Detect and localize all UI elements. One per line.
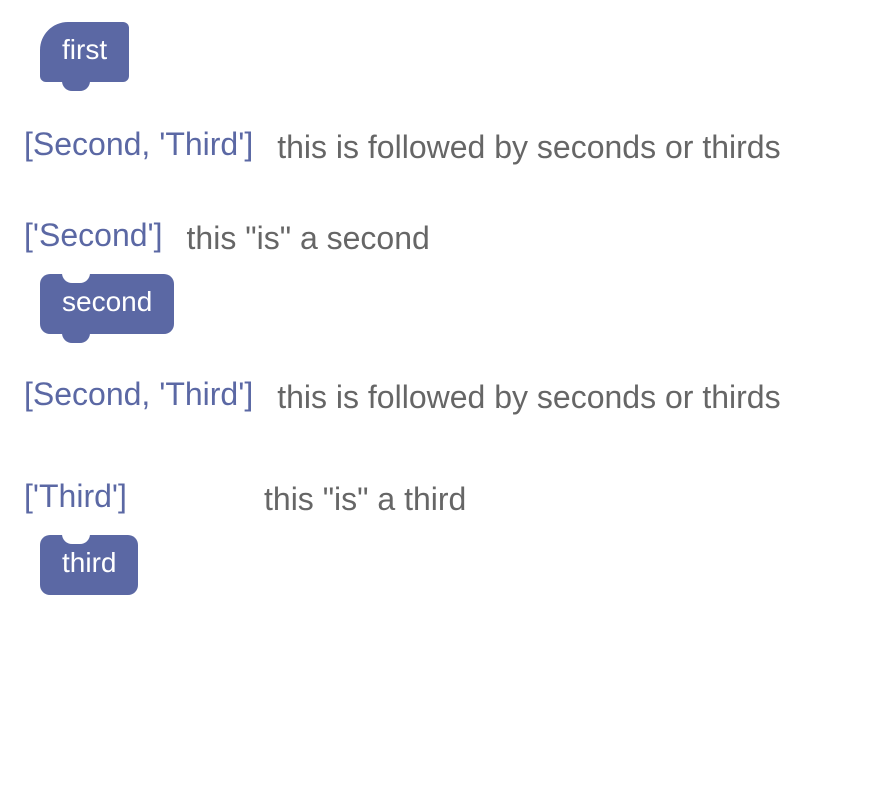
category-list-a: [Second, 'Third'] [24, 126, 253, 163]
row-second-only: ['Second'] this "is" a second [24, 217, 876, 260]
block-first-label: first [62, 34, 107, 65]
workspace: first [Second, 'Third'] this is followed… [0, 22, 876, 791]
row-third-only: ['Third'] this "is" a third [24, 478, 876, 521]
desc-d: this "is" a third [264, 478, 466, 521]
category-list-c: [Second, 'Third'] [24, 376, 253, 413]
desc-a: this is followed by seconds or thirds [277, 126, 780, 169]
row-second-third-1: [Second, 'Third'] this is followed by se… [24, 126, 876, 169]
block-second[interactable]: second [40, 274, 174, 334]
desc-c: this is followed by seconds or thirds [277, 376, 780, 419]
block-second-label: second [62, 286, 152, 317]
category-list-b: ['Second'] [24, 217, 163, 254]
block-third[interactable]: third [40, 535, 138, 595]
block-third-label: third [62, 547, 116, 578]
block-first[interactable]: first [40, 22, 129, 82]
desc-b: this "is" a second [187, 217, 430, 260]
row-second-third-2: [Second, 'Third'] this is followed by se… [24, 376, 876, 419]
category-list-d: ['Third'] [24, 478, 204, 515]
